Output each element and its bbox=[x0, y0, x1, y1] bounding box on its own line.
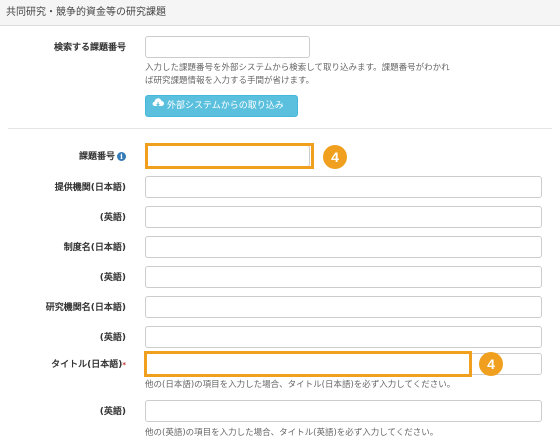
callout-badge-2: 4 bbox=[479, 352, 503, 376]
task-number-label: 課題番号 i bbox=[0, 150, 126, 164]
cloud-download-icon bbox=[152, 96, 164, 116]
system-ja-label: 制度名(日本語) bbox=[63, 243, 126, 253]
title-en-help: 他の(英語)の項目を入力した場合、タイトル(英語)を必ず入力してください。 bbox=[145, 428, 439, 438]
title-ja-label: タイトル(日本語)* bbox=[0, 358, 126, 372]
import-button-label: 外部システムからの取り込み bbox=[167, 101, 284, 111]
research-project-panel: 共同研究・競争的資金等の研究課題 検索する課題番号 入力した課題番号を外部システ… bbox=[0, 0, 560, 445]
org-ja-label: 研究機関名(日本語) bbox=[45, 303, 126, 313]
search-task-number-label: 検索する課題番号 bbox=[53, 43, 126, 53]
provider-en-input[interactable] bbox=[145, 206, 542, 228]
search-task-number-input[interactable] bbox=[145, 36, 310, 58]
task-number-label-text: 課題番号 bbox=[78, 152, 115, 162]
provider-ja-input[interactable] bbox=[145, 176, 542, 198]
title-ja-help: 他の(日本語)の項目を入力した場合、タイトル(日本語)を必ず入力してください。 bbox=[145, 380, 456, 390]
callout-badge-1: 4 bbox=[323, 145, 347, 169]
title-en-input[interactable] bbox=[145, 400, 542, 422]
highlight-box-title-ja bbox=[144, 351, 472, 377]
system-en-input[interactable] bbox=[145, 266, 542, 288]
info-icon[interactable]: i bbox=[117, 152, 126, 161]
section-divider bbox=[8, 128, 552, 129]
provider-ja-label: 提供機関(日本語) bbox=[54, 183, 126, 193]
import-external-button[interactable]: 外部システムからの取り込み bbox=[145, 95, 298, 117]
provider-en-label: (英語) bbox=[99, 213, 126, 223]
search-help-line2: ば研究課題情報を入力する手間が省けます。 bbox=[145, 76, 315, 86]
title-en-label: (英語) bbox=[99, 407, 126, 417]
section-title: 共同研究・競争的資金等の研究課題 bbox=[0, 0, 560, 26]
org-en-label: (英語) bbox=[99, 333, 126, 343]
title-ja-label-text: タイトル(日本語) bbox=[51, 360, 123, 370]
search-help-line1: 入力した課題番号を外部システムから検索して取り込みます。課題番号がわかれ bbox=[145, 63, 450, 73]
org-en-input[interactable] bbox=[145, 326, 542, 348]
highlight-box-task-number bbox=[145, 143, 314, 169]
system-ja-input[interactable] bbox=[145, 236, 542, 258]
required-mark: * bbox=[122, 361, 126, 369]
system-en-label: (英語) bbox=[99, 273, 126, 283]
org-ja-input[interactable] bbox=[145, 296, 542, 318]
